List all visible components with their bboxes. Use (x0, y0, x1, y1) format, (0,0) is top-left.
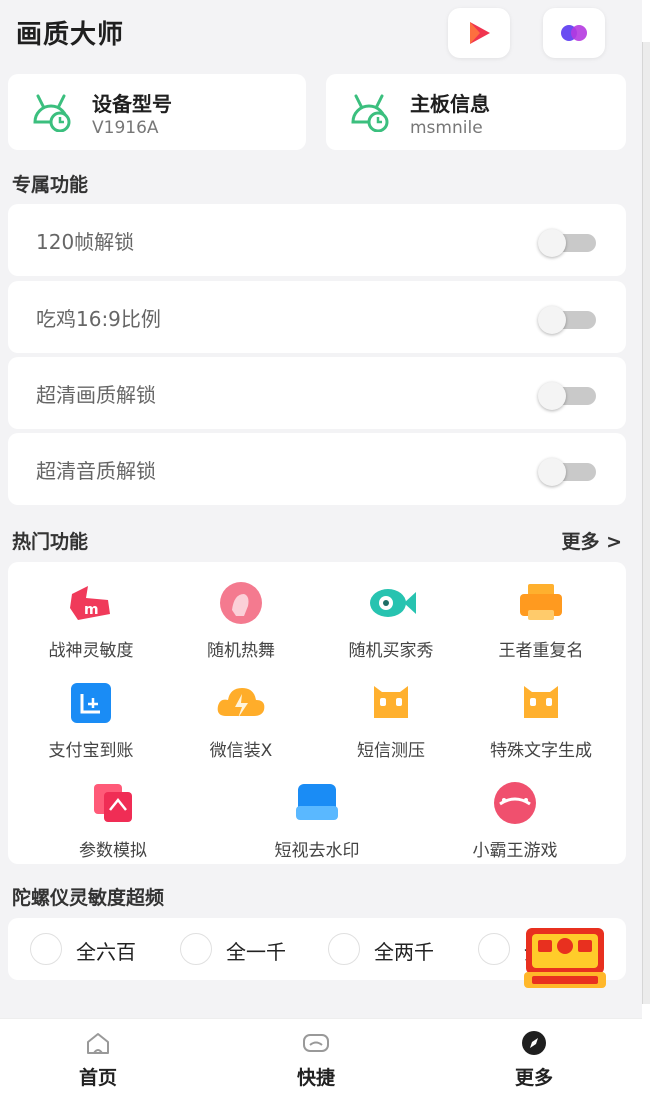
game-m-icon: m (70, 586, 110, 620)
radio-label: 全两千 (374, 940, 434, 964)
gyro-section-title: 陀螺仪灵敏度超频 (12, 887, 165, 909)
feature-label: 战神灵敏度 (48, 641, 134, 661)
hot-features-grid: m 战神灵敏度 随机热舞 随机买家秀 王者重复名 支付宝到账 微信装X 短信测压… (8, 562, 626, 864)
toggle-row-aspect-ratio[interactable]: 吃鸡16:9比例 (8, 281, 626, 353)
fish-icon (370, 589, 416, 617)
cloud-lightning-icon (217, 688, 265, 718)
device-model-label: 设备型号 (92, 92, 172, 116)
feature-item[interactable]: 短视去水印 (242, 780, 392, 861)
feature-label: 随机买家秀 (348, 641, 434, 661)
toggle-switch[interactable] (538, 306, 596, 334)
phone-screen: 画质大师 设备型号 V1916A 主板信息 msmnile 专属功能 120帧解… (0, 0, 642, 1107)
feature-label: 参数模拟 (79, 841, 147, 861)
toggle-switch[interactable] (538, 229, 596, 257)
board-info-card[interactable]: 主板信息 msmnile (326, 74, 626, 150)
text-face-icon (524, 686, 558, 718)
promo-gift-icon[interactable] (522, 926, 608, 990)
android-clock-icon (33, 94, 71, 132)
toggle-switch[interactable] (538, 458, 596, 486)
feature-item[interactable]: 王者重复名 (466, 580, 616, 661)
document-icon (94, 784, 132, 822)
nav-label: 更多 (514, 1067, 553, 1089)
board-info-label: 主板信息 (410, 92, 490, 116)
dance-icon (220, 582, 262, 624)
gamepad-icon (494, 782, 536, 824)
play-button[interactable] (448, 8, 510, 58)
feature-label: 短信测压 (357, 741, 425, 761)
eraser-icon (296, 784, 338, 820)
feature-item[interactable]: 随机热舞 (166, 580, 316, 661)
top-bar: 画质大师 (0, 0, 642, 66)
radio-label: 全一千 (226, 940, 286, 964)
more-link[interactable]: 更多 > (561, 527, 622, 554)
bottom-nav: 首页 快捷 更多 (0, 1018, 642, 1107)
toggle-row-hd-audio[interactable]: 超清音质解锁 (8, 433, 626, 505)
feature-item[interactable]: 短信测压 (316, 680, 466, 761)
toggle-switch[interactable] (538, 382, 596, 410)
link-button[interactable] (543, 8, 605, 58)
device-model-card[interactable]: 设备型号 V1916A (8, 74, 306, 150)
hot-section-title: 热门功能 (12, 531, 89, 553)
toggle-label: 超清音质解锁 (36, 459, 156, 483)
toggle-row-120fps[interactable]: 120帧解锁 (8, 204, 626, 276)
feature-item[interactable]: 特殊文字生成 (466, 680, 616, 761)
feature-item[interactable]: 支付宝到账 (16, 680, 166, 761)
radio-button[interactable] (180, 933, 212, 965)
feature-label: 特殊文字生成 (490, 741, 592, 761)
home-icon (87, 1033, 109, 1054)
alipay-icon (71, 683, 111, 723)
toggle-label: 吃鸡16:9比例 (36, 307, 161, 331)
toggle-label: 120帧解锁 (36, 230, 135, 254)
compass-icon (522, 1031, 546, 1055)
device-model-value: V1916A (92, 118, 159, 138)
feature-label: 随机热舞 (207, 641, 275, 661)
play-icon (470, 22, 490, 44)
feature-label: 支付宝到账 (48, 741, 134, 761)
feature-label: 小霸王游戏 (472, 841, 558, 861)
chat-face-icon (374, 686, 408, 718)
nav-label: 首页 (78, 1067, 117, 1089)
link-icon (561, 25, 587, 41)
radio-button[interactable] (30, 933, 62, 965)
svg-text:m: m (84, 602, 99, 618)
nav-item-shortcut[interactable]: 快捷 (256, 1029, 376, 1090)
nav-item-home[interactable]: 首页 (38, 1029, 158, 1090)
toggle-row-hd-graphics[interactable]: 超清画质解锁 (8, 357, 626, 429)
feature-item[interactable]: 小霸王游戏 (440, 780, 590, 861)
feature-item[interactable]: 参数模拟 (38, 780, 188, 861)
toggle-label: 超清画质解锁 (36, 383, 156, 407)
board-info-value: msmnile (410, 118, 483, 138)
feature-label: 王者重复名 (498, 641, 584, 661)
nav-item-more[interactable]: 更多 (474, 1029, 594, 1090)
app-title: 画质大师 (16, 20, 125, 50)
radio-label: 全六百 (76, 940, 136, 964)
controller-icon (303, 1034, 329, 1052)
feature-item[interactable]: m 战神灵敏度 (16, 580, 166, 661)
android-clock-icon (351, 94, 389, 132)
radio-button[interactable] (328, 933, 360, 965)
feature-label: 短视去水印 (274, 841, 360, 861)
screen-edge-divider (642, 42, 650, 1004)
nav-label: 快捷 (296, 1067, 335, 1089)
feature-item[interactable]: 微信装X (166, 680, 316, 761)
feature-item[interactable]: 随机买家秀 (316, 580, 466, 661)
exclusive-section-title: 专属功能 (12, 174, 89, 196)
printer-icon (520, 584, 562, 620)
feature-label: 微信装X (209, 741, 273, 761)
radio-button[interactable] (478, 933, 510, 965)
